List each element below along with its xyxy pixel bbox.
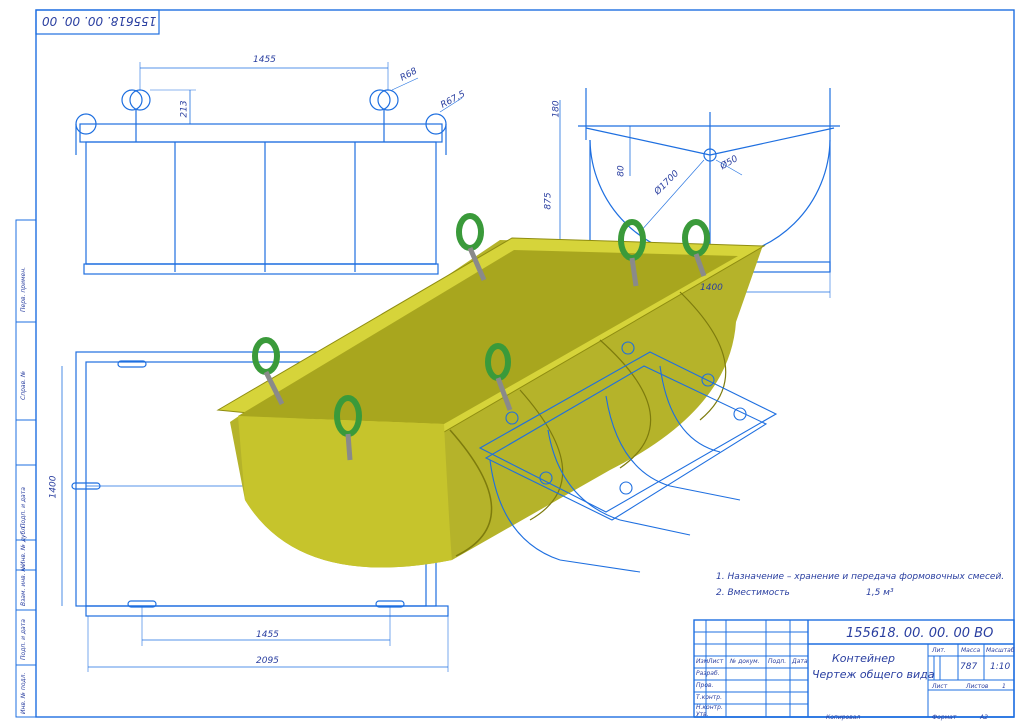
dim-plan-width: 1400 <box>48 475 59 499</box>
stamp-copied-label: Копировал <box>826 714 861 721</box>
margin-inv-dubl: Инв. № дубл. <box>20 524 27 566</box>
dim-plan-length: 2095 <box>256 656 279 666</box>
margin-inv-podl: Инв. № подл. <box>20 672 27 714</box>
dim-side-top: 180 <box>551 100 562 118</box>
stamp-format-value: A2 <box>980 714 988 721</box>
margin-vzam-inv: Взам. инв. № <box>20 565 27 606</box>
stamp-sheets-label: Листов <box>966 683 989 690</box>
stamp-designation: 155618. 00. 00. 00 ВО <box>846 626 994 641</box>
note-capacity-label: 2. Вместимость <box>716 588 790 598</box>
tb-tkontr: Т.контр. <box>696 694 723 701</box>
dim-side-mid: 80 <box>616 165 627 177</box>
margin-podp-data-1: Подп. и дата <box>20 487 27 528</box>
stamp-title-1: Контейнер <box>832 652 895 665</box>
front-view <box>75 62 463 275</box>
tb-sign: Подп. <box>768 658 787 665</box>
tb-nkontr: Н.контр. <box>696 704 723 711</box>
stamp-mass-value: 787 <box>960 662 978 672</box>
tb-razrab: Разраб. <box>696 670 720 677</box>
designation-rotated: 155618. 00. 00. 00 <box>42 14 157 28</box>
stamp-lit-label: Лит. <box>932 647 946 654</box>
dim-plan-span: 1455 <box>256 630 279 640</box>
tb-list: Лист <box>708 658 724 665</box>
tb-izm: Изм <box>696 658 709 665</box>
note-capacity-value: 1,5 м³ <box>866 588 894 598</box>
isometric-container <box>216 213 778 573</box>
dim-shackle-height: 213 <box>179 100 190 118</box>
margin-perv: Перв. примен. <box>20 266 27 312</box>
tb-doc: № докум. <box>730 658 760 665</box>
dim-side-width: 1400 <box>700 283 723 293</box>
dim-top-span: 1455 <box>253 55 276 65</box>
drawing-sheet <box>15 9 1015 718</box>
stamp-sheet-label: Лист <box>932 683 948 690</box>
stamp-title-2: Чертеж общего вида <box>812 668 935 681</box>
tb-date: Дата <box>792 658 808 665</box>
margin-sprav: Справ. № <box>20 370 27 400</box>
dim-side-height: 875 <box>543 192 554 210</box>
stamp-scale-label: Масштаб <box>986 647 1015 654</box>
tb-utv: Утв. <box>696 711 709 718</box>
stamp-scale-value: 1:10 <box>990 662 1011 672</box>
tb-prov: Пров. <box>696 682 714 689</box>
stamp-format-label: Формат <box>932 714 957 721</box>
stamp-mass-label: Масса <box>961 647 981 654</box>
note-purpose: 1. Назначение – хранение и передача форм… <box>716 572 1005 582</box>
stamp-sheets-count: 1 <box>1002 683 1006 690</box>
margin-podp-data-2: Подп. и дата <box>20 619 27 660</box>
